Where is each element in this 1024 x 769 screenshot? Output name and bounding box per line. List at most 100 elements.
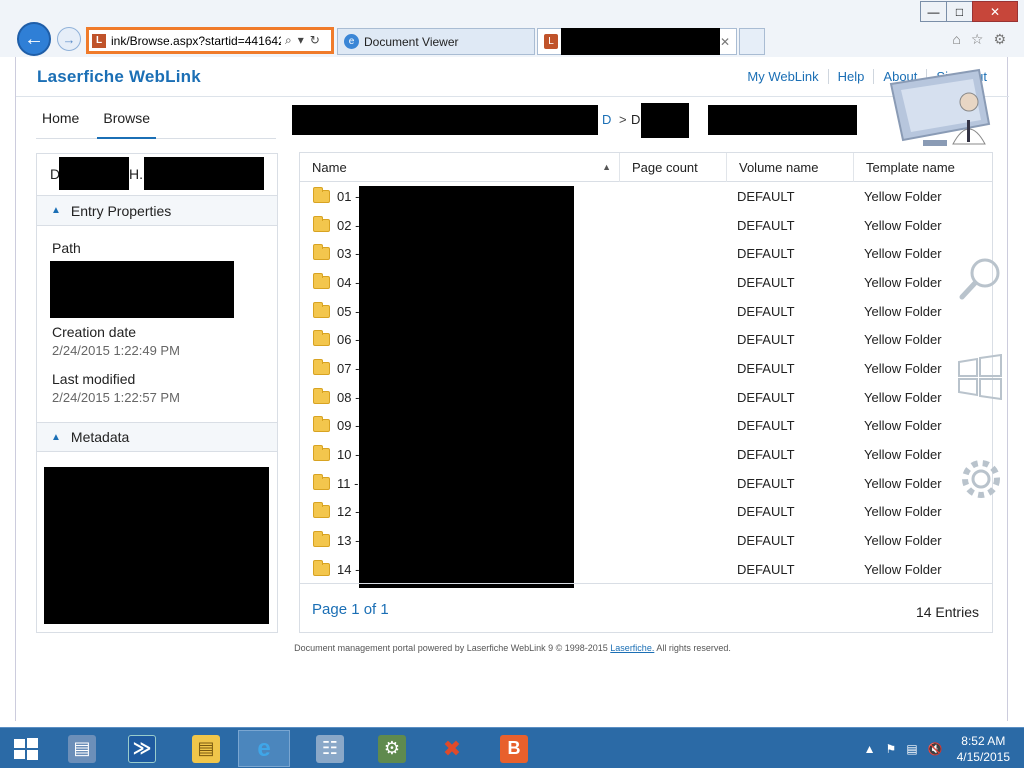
server-manager-icon: ▤: [68, 734, 96, 763]
last-modified-value: 2/24/2015 1:22:57 PM: [52, 390, 180, 405]
show-hidden-icons-icon[interactable]: ▲: [864, 742, 876, 756]
tab-browse[interactable]: Browse: [97, 109, 157, 139]
window-controls: — □ ✕: [920, 1, 1018, 22]
chevron-up-icon: ▲: [51, 431, 61, 443]
redacted-tab-title: [561, 28, 720, 55]
tab-title: Document Viewer: [364, 34, 459, 49]
taskbar-internet-explorer[interactable]: e: [238, 730, 290, 767]
browser-chrome: — □ ✕ ← → L ink/Browse.aspx?startid=4416…: [0, 0, 1024, 57]
entry-name[interactable]: 04 -: [337, 275, 359, 290]
entry-name[interactable]: 06 -: [337, 332, 359, 347]
breadcrumb-link[interactable]: D: [602, 112, 611, 127]
cell-volume-name: DEFAULT: [737, 389, 795, 405]
entry-name[interactable]: 02 -: [337, 218, 359, 233]
taskbar-network[interactable]: ☷: [304, 730, 356, 767]
tab-document-viewer[interactable]: e Document Viewer: [337, 28, 535, 55]
cell-volume-name: DEFAULT: [737, 360, 795, 376]
folder-icon: ▤: [192, 734, 220, 763]
dropdown-icon[interactable]: ▾: [298, 33, 304, 48]
redacted-names: [359, 186, 574, 588]
network-status-icon[interactable]: ▤: [906, 742, 917, 756]
taskbar-powershell[interactable]: ≫: [116, 730, 168, 767]
cell-volume-name: DEFAULT: [737, 246, 795, 262]
entry-name[interactable]: 14 -: [337, 562, 359, 577]
entry-name[interactable]: 10 -: [337, 447, 359, 462]
forward-button[interactable]: →: [57, 27, 81, 51]
taskbar-editor[interactable]: ✖: [426, 730, 478, 767]
close-window-button[interactable]: ✕: [972, 1, 1018, 22]
taskbar-b-app[interactable]: B: [488, 730, 540, 767]
maximize-button[interactable]: □: [946, 1, 973, 22]
address-url[interactable]: ink/Browse.aspx?startid=441642: [111, 34, 281, 48]
entry-name[interactable]: 08 -: [337, 390, 359, 405]
cell-volume-name: DEFAULT: [737, 188, 795, 204]
entries-count: 14 Entries: [915, 604, 979, 620]
taskbar-tools[interactable]: ⚙: [366, 730, 418, 767]
cell-template-name: Yellow Folder: [864, 332, 942, 348]
cell-template-name: Yellow Folder: [864, 561, 942, 577]
folder-icon: [313, 473, 330, 490]
new-tab-button[interactable]: [739, 28, 765, 55]
entry-name[interactable]: 05 -: [337, 304, 359, 319]
metadata-header[interactable]: ▲ Metadata: [37, 422, 277, 452]
cell-volume-name: DEFAULT: [737, 303, 795, 319]
minimize-button[interactable]: —: [920, 1, 947, 22]
taskbar-file-explorer[interactable]: ▤: [180, 730, 232, 767]
redacted-path: [50, 261, 234, 318]
footer-text: Document management portal powered by La…: [294, 643, 608, 653]
entry-properties-header[interactable]: ▲ Entry Properties: [37, 196, 277, 226]
address-bar[interactable]: L ink/Browse.aspx?startid=441642 ⌕ ▾ ↻: [86, 27, 334, 54]
flag-icon[interactable]: ⚑: [886, 742, 897, 756]
cell-volume-name: DEFAULT: [737, 447, 795, 463]
favorites-icon[interactable]: ☆: [971, 31, 984, 48]
volume-muted-icon[interactable]: 🔇: [928, 742, 943, 756]
gear-icon[interactable]: ⚙: [993, 31, 1006, 48]
entry-name[interactable]: 13 -: [337, 533, 359, 548]
start-button[interactable]: [0, 730, 52, 767]
redacted-breadcrumb: [292, 105, 598, 135]
cell-template-name: Yellow Folder: [864, 418, 942, 434]
pager[interactable]: Page 1 of 1: [312, 601, 389, 618]
settings-charm-icon[interactable]: [958, 456, 1004, 502]
search-icon[interactable]: ⌕: [285, 33, 292, 48]
clock[interactable]: 8:52 AM 4/15/2015: [957, 733, 1010, 765]
redacted-title: [144, 157, 264, 190]
taskbar-server-manager[interactable]: ▤: [56, 730, 108, 767]
brand-logo[interactable]: Laserfiche WebLink: [37, 67, 201, 87]
entry-name[interactable]: 11 -: [337, 476, 358, 491]
help-link[interactable]: Help: [827, 69, 874, 84]
column-header-template-name[interactable]: Template name: [854, 153, 992, 182]
redacted-breadcrumb: [708, 105, 857, 135]
folder-icon: [313, 330, 330, 347]
entry-name[interactable]: 12 -: [337, 504, 359, 519]
column-header-volume-name[interactable]: Volume name: [727, 153, 854, 182]
tab-active-weblink[interactable]: L ✕: [537, 28, 737, 55]
my-weblink-link[interactable]: My WebLink: [738, 69, 827, 84]
laserfiche-favicon-icon: L: [92, 33, 106, 48]
laserfiche-link[interactable]: Laserfiche.: [610, 643, 654, 653]
search-charm-icon[interactable]: [957, 256, 1003, 302]
back-button[interactable]: ←: [17, 22, 51, 56]
cell-volume-name: DEFAULT: [737, 418, 795, 434]
column-header-page-count[interactable]: Page count: [620, 153, 727, 182]
cell-template-name: Yellow Folder: [864, 217, 942, 233]
home-icon[interactable]: ⌂: [952, 31, 960, 48]
clock-time: 8:52 AM: [961, 733, 1006, 748]
entry-name[interactable]: 09 -: [337, 418, 359, 433]
start-charm-icon[interactable]: [957, 354, 1003, 400]
tab-home[interactable]: Home: [36, 109, 85, 139]
cell-volume-name: DEFAULT: [737, 475, 795, 491]
close-tab-icon[interactable]: ✕: [720, 35, 730, 49]
redacted-breadcrumb: [641, 103, 689, 138]
entry-name[interactable]: 03 -: [337, 246, 359, 261]
user-avatar-icon[interactable]: [883, 62, 995, 152]
folder-icon: [313, 559, 330, 576]
entry-name[interactable]: 01 -: [337, 189, 359, 204]
folder-icon: [313, 301, 330, 318]
clock-date: 4/15/2015: [956, 749, 1010, 764]
entry-name[interactable]: 07 -: [337, 361, 359, 376]
cell-volume-name: DEFAULT: [737, 217, 795, 233]
arrow-left-icon: ←: [24, 27, 44, 50]
column-header-name[interactable]: Name ▲: [300, 153, 620, 182]
refresh-icon[interactable]: ↻: [310, 33, 320, 48]
